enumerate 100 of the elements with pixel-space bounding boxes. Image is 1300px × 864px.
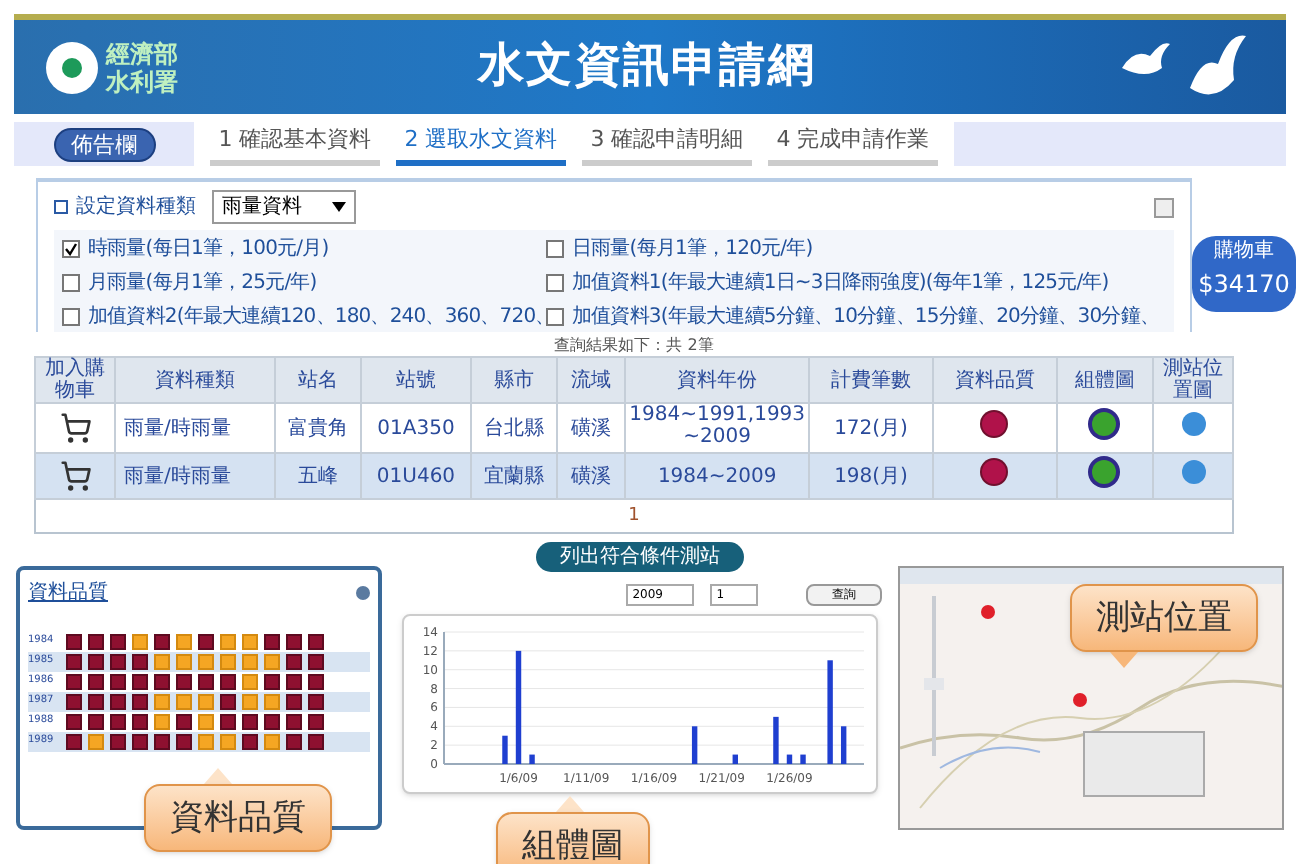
quality-cell[interactable] — [308, 713, 324, 729]
quality-cell[interactable] — [308, 633, 324, 649]
quality-cell[interactable] — [242, 633, 258, 649]
checkbox[interactable] — [62, 274, 80, 292]
quality-cell[interactable] — [264, 693, 280, 709]
quality-cell[interactable] — [286, 653, 302, 669]
quality-cell[interactable] — [220, 653, 236, 669]
quality-cell[interactable] — [176, 653, 192, 669]
checkbox[interactable] — [62, 240, 80, 258]
quality-cell[interactable] — [110, 653, 126, 669]
quality-cell[interactable] — [132, 693, 148, 709]
quality-icon[interactable] — [982, 411, 1007, 435]
quality-cell[interactable] — [66, 693, 82, 709]
chart-icon[interactable] — [1092, 411, 1117, 435]
quality-cell[interactable] — [198, 653, 214, 669]
quality-cell[interactable] — [220, 713, 236, 729]
quality-cell[interactable] — [154, 673, 170, 689]
quality-cell[interactable] — [308, 653, 324, 669]
quality-cell[interactable] — [286, 633, 302, 649]
quality-cell[interactable] — [132, 733, 148, 749]
bar — [516, 649, 522, 763]
globe-icon[interactable] — [1181, 459, 1205, 483]
quality-cell[interactable] — [242, 673, 258, 689]
quality-cell[interactable] — [132, 633, 148, 649]
checkbox[interactable] — [62, 308, 80, 326]
quality-cell[interactable] — [66, 733, 82, 749]
quality-cell[interactable] — [88, 653, 104, 669]
toggle-icon[interactable] — [54, 200, 68, 214]
collapse-icon[interactable] — [1154, 197, 1174, 217]
quality-cell[interactable] — [88, 633, 104, 649]
quality-cell[interactable] — [220, 633, 236, 649]
quality-cell[interactable] — [286, 713, 302, 729]
quality-cell[interactable] — [198, 693, 214, 709]
quality-cell[interactable] — [308, 693, 324, 709]
quality-cell[interactable] — [110, 633, 126, 649]
quality-cell[interactable] — [154, 633, 170, 649]
quality-cell[interactable] — [110, 733, 126, 749]
quality-cell[interactable] — [110, 673, 126, 689]
page-link[interactable]: 1 — [628, 506, 640, 526]
type-select[interactable]: 雨量資料 — [212, 190, 356, 224]
quality-icon[interactable] — [982, 459, 1007, 483]
quality-cell[interactable] — [88, 673, 104, 689]
cart-icon[interactable] — [59, 412, 91, 444]
quality-cell[interactable] — [242, 713, 258, 729]
quality-cell[interactable] — [176, 733, 192, 749]
quality-cell[interactable] — [132, 673, 148, 689]
quality-cell[interactable] — [242, 693, 258, 709]
quality-cell[interactable] — [66, 633, 82, 649]
quality-cell[interactable] — [264, 733, 280, 749]
quality-cell[interactable] — [220, 733, 236, 749]
step-tab[interactable]: 3 確認申請明細 — [582, 122, 752, 166]
checkbox[interactable] — [546, 240, 564, 258]
quality-cell[interactable] — [66, 653, 82, 669]
table-cell: 01A350 — [377, 417, 455, 439]
cart-icon[interactable] — [59, 460, 91, 492]
checkbox[interactable] — [546, 274, 564, 292]
quality-cell[interactable] — [66, 713, 82, 729]
quality-cell[interactable] — [176, 633, 192, 649]
cart-button[interactable]: 購物車 $34170 — [1192, 236, 1296, 312]
chart-icon[interactable] — [1092, 459, 1117, 483]
quality-cell[interactable] — [264, 713, 280, 729]
notice-button[interactable]: 佈告欄 — [55, 129, 153, 159]
quality-cell[interactable] — [264, 673, 280, 689]
quality-cell[interactable] — [154, 693, 170, 709]
quality-cell[interactable] — [308, 733, 324, 749]
quality-cell[interactable] — [176, 713, 192, 729]
quality-cell[interactable] — [198, 733, 214, 749]
quality-cell[interactable] — [88, 693, 104, 709]
step-tab[interactable]: 2 選取水文資料 — [396, 122, 566, 166]
quality-cell[interactable] — [66, 673, 82, 689]
quality-cell[interactable] — [132, 713, 148, 729]
quality-cell[interactable] — [264, 633, 280, 649]
quality-cell[interactable] — [176, 693, 192, 709]
quality-cell[interactable] — [198, 713, 214, 729]
checkbox[interactable] — [546, 308, 564, 326]
quality-cell[interactable] — [286, 733, 302, 749]
quality-cell[interactable] — [264, 653, 280, 669]
quality-cell[interactable] — [198, 673, 214, 689]
quality-cell[interactable] — [110, 713, 126, 729]
quality-cell[interactable] — [242, 733, 258, 749]
quality-cell[interactable] — [220, 673, 236, 689]
list-stations-button[interactable]: 列出符合條件測站 — [536, 541, 745, 571]
quality-cell[interactable] — [88, 733, 104, 749]
quality-cell[interactable] — [242, 653, 258, 669]
quality-cell[interactable] — [286, 693, 302, 709]
quality-cell[interactable] — [198, 633, 214, 649]
quality-cell[interactable] — [88, 713, 104, 729]
globe-icon[interactable] — [1181, 411, 1205, 435]
quality-cell[interactable] — [110, 693, 126, 709]
quality-cell[interactable] — [308, 673, 324, 689]
step-tab[interactable]: 1 確認基本資料 — [210, 122, 380, 166]
quality-cell[interactable] — [132, 653, 148, 669]
quality-cell[interactable] — [154, 713, 170, 729]
quality-cell[interactable] — [176, 673, 192, 689]
quality-cell[interactable] — [286, 673, 302, 689]
quality-cell[interactable] — [154, 733, 170, 749]
step-tab[interactable]: 4 完成申請作業 — [768, 122, 938, 166]
close-icon[interactable] — [356, 585, 371, 599]
quality-cell[interactable] — [154, 653, 170, 669]
quality-cell[interactable] — [220, 693, 236, 709]
